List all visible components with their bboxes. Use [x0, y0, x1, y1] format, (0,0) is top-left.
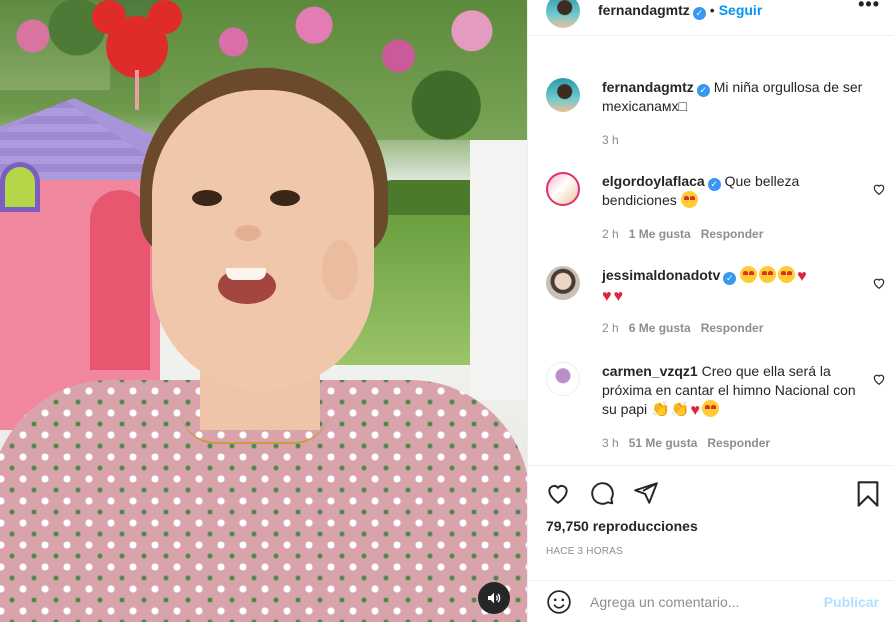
- header-username[interactable]: fernandagmtz: [598, 2, 690, 18]
- view-count[interactable]: 79,750 reproducciones: [546, 518, 698, 534]
- playhouse-window: [0, 162, 40, 212]
- red-heart-emoji-icon: ♥: [613, 288, 624, 305]
- avatar[interactable]: [546, 266, 580, 300]
- verified-badge-icon: ✓: [696, 84, 710, 97]
- emoji-icon[interactable]: [546, 589, 572, 615]
- comment-meta: 2 h 1 Me gusta Responder: [602, 227, 763, 241]
- action-bar: [544, 478, 884, 510]
- avatar[interactable]: [546, 78, 580, 112]
- heart-eyes-emoji-icon: [778, 266, 796, 283]
- share-icon[interactable]: [632, 480, 660, 506]
- like-comment-heart-icon[interactable]: [872, 276, 886, 290]
- reply-button[interactable]: Responder: [701, 227, 764, 241]
- reply-button[interactable]: Responder: [701, 321, 764, 335]
- girl-necklace: [180, 408, 330, 444]
- comment-username[interactable]: elgordoylaflaca: [602, 173, 705, 189]
- comment-meta: 3 h 51 Me gusta Responder: [602, 436, 770, 450]
- clap-emoji-icon: 👏: [670, 401, 690, 418]
- follow-button[interactable]: Seguir: [719, 2, 763, 18]
- background-pillar: [470, 140, 527, 400]
- like-comment-heart-icon[interactable]: [872, 372, 886, 386]
- reply-button[interactable]: Responder: [707, 436, 770, 450]
- comment-meta: 2 h 6 Me gusta Responder: [602, 321, 763, 335]
- mute-toggle-button[interactable]: [478, 582, 510, 614]
- comment-time[interactable]: 2 h: [602, 321, 619, 335]
- verified-badge-icon: ✓: [723, 272, 737, 285]
- red-heart-emoji-icon: ♥: [602, 288, 612, 305]
- girl-teeth: [226, 268, 266, 280]
- comment-composer: Publicar: [528, 580, 894, 622]
- girl-eye-right: [270, 190, 300, 206]
- comment-likes[interactable]: 51 Me gusta: [629, 436, 698, 450]
- heart-icon[interactable]: [544, 480, 572, 506]
- girl-ear: [322, 240, 358, 300]
- clap-emoji-icon: 👏: [651, 401, 670, 418]
- comment-icon[interactable]: [588, 480, 616, 506]
- verified-badge-icon: ✓: [692, 6, 706, 20]
- heart-eyes-emoji-icon: [680, 191, 698, 208]
- avatar[interactable]: [546, 362, 580, 396]
- comment-username[interactable]: carmen_vzqz1: [602, 363, 698, 379]
- caption-meta: 3 h: [602, 133, 619, 147]
- comment-input[interactable]: [590, 589, 810, 615]
- heart-eyes-emoji-icon: [740, 266, 758, 283]
- comment-likes[interactable]: 1 Me gusta: [629, 227, 691, 241]
- girl-nose: [235, 225, 261, 241]
- like-comment-heart-icon[interactable]: [872, 182, 886, 196]
- verified-badge-icon: ✓: [707, 178, 721, 191]
- caption-body: fernandagmtz ✓ Mi niña orgullosa de ser m…: [602, 78, 864, 116]
- comment-body: jessimaldonadotv ✓ ♥ ♥ ♥: [602, 266, 864, 306]
- comment-likes[interactable]: 6 Me gusta: [629, 321, 691, 335]
- post-panel: fernandagmtz ✓ • Seguir ••• fernandagmtz ✓ M…: [527, 0, 894, 622]
- comment-body: elgordoylaflaca ✓ Que belleza bendiciones: [602, 172, 864, 210]
- comment-body: carmen_vzqz1 Creo que ella será la próxi…: [602, 362, 864, 420]
- avatar[interactable]: [546, 172, 580, 206]
- caption-time[interactable]: 3 h: [602, 133, 619, 147]
- girl-eye-left: [192, 190, 222, 206]
- video-player[interactable]: [0, 0, 527, 622]
- comment-time[interactable]: 3 h: [602, 436, 619, 450]
- heart-eyes-emoji-icon: [701, 400, 719, 417]
- post-timestamp[interactable]: HACE 3 HORAS: [546, 546, 623, 557]
- speaker-icon: [488, 592, 501, 604]
- more-options-icon[interactable]: •••: [858, 0, 880, 15]
- heart-eyes-emoji-icon: [759, 266, 777, 283]
- separator-dot: •: [709, 1, 715, 18]
- bookmark-icon[interactable]: [854, 480, 882, 508]
- header-user: fernandagmtz ✓ • Seguir: [598, 2, 762, 20]
- publish-button[interactable]: Publicar: [824, 594, 879, 610]
- red-heart-emoji-icon: ♥: [690, 402, 700, 419]
- avatar[interactable]: [546, 0, 580, 28]
- red-heart-emoji-icon: ♥: [797, 268, 807, 285]
- post-header: fernandagmtz ✓ • Seguir •••: [528, 0, 894, 36]
- caption-username[interactable]: fernandagmtz: [602, 79, 694, 95]
- comment-time[interactable]: 2 h: [602, 227, 619, 241]
- comment-username[interactable]: jessimaldonadotv: [602, 267, 720, 283]
- mickey-topper: [92, 0, 182, 110]
- comments-list[interactable]: fernandagmtz ✓ Mi niña orgullosa de ser m…: [528, 58, 894, 466]
